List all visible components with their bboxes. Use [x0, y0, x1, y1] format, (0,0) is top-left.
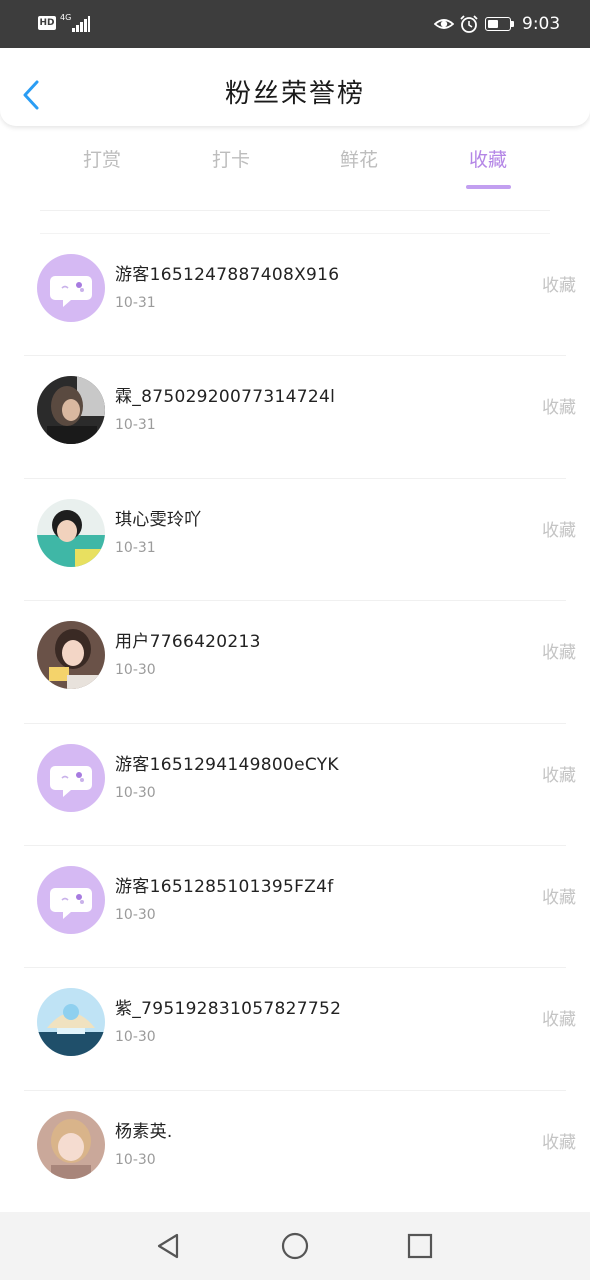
- list-item[interactable]: 杨素英. 10-30 收藏: [24, 1091, 576, 1214]
- user-photo-avatar: [37, 988, 105, 1057]
- divider: [40, 210, 550, 211]
- user-name: 紫_7951928310578277​52: [115, 999, 342, 1020]
- list-item[interactable]: 游客1651285101395FZ4f 10-30 收藏: [24, 846, 576, 969]
- user-photo-avatar: [37, 498, 105, 567]
- user-name: 霖_87502920077314724l: [115, 387, 336, 408]
- action-label: 收藏: [542, 520, 576, 541]
- action-label: 收藏: [542, 398, 576, 419]
- action-label: 收藏: [542, 887, 576, 908]
- alarm-icon: [460, 15, 478, 33]
- date: 10-31: [115, 295, 156, 311]
- date: 10-30: [115, 1029, 156, 1046]
- date: 10-30: [115, 906, 156, 923]
- user-name: 用户7766420213: [115, 632, 261, 653]
- list-item[interactable]: 霖_87502920077314724l 10-31 收藏: [24, 356, 576, 479]
- signal-icon: [70, 16, 90, 32]
- tab-favorites[interactable]: 收藏: [438, 146, 538, 174]
- fan-list: 游客1651247887408X916 10-31 收藏 霖_875029200…: [0, 234, 590, 1214]
- action-label: 收藏: [542, 1132, 576, 1153]
- date: 10-30: [115, 662, 156, 679]
- list-item[interactable]: 游客1651294149800eCYK 10-30 收藏: [24, 724, 576, 846]
- user-photo-avatar: [37, 376, 105, 445]
- triangle-back-icon[interactable]: [153, 1231, 183, 1261]
- user-name: 杨素英.: [115, 1121, 173, 1142]
- list-item[interactable]: 游客1651247887408X916 10-31 收藏: [24, 234, 576, 357]
- page-title: 粉丝荣誉榜: [224, 79, 365, 109]
- circle-home-icon[interactable]: [280, 1231, 310, 1261]
- chat-placeholder-avatar: [37, 254, 105, 322]
- date: 10-30: [115, 784, 156, 801]
- action-label: 收藏: [542, 765, 576, 786]
- clock: 9:03: [522, 14, 561, 34]
- user-name: 琪心雯玲吖: [115, 509, 202, 530]
- user-name: 游客1651294149800eCYK: [115, 754, 339, 775]
- user-photo-avatar: [37, 621, 105, 690]
- action-label: 收藏: [542, 1010, 576, 1031]
- top-app-bar: 粉丝荣誉榜: [0, 48, 590, 126]
- tab-flowers[interactable]: 鲜花: [309, 146, 409, 174]
- hd-badge: HD: [38, 16, 56, 30]
- tab-bar: 打赏 打卡 鲜花 收藏: [0, 126, 590, 196]
- date: 10-31: [115, 417, 156, 434]
- date: 10-30: [115, 1151, 156, 1168]
- action-label: 收藏: [542, 276, 576, 296]
- tab-tip[interactable]: 打赏: [52, 146, 152, 174]
- status-bar: HD 4G 9:03: [0, 0, 590, 48]
- date: 10-31: [115, 539, 156, 556]
- tab-checkin[interactable]: 打卡: [181, 146, 281, 174]
- square-recents-icon[interactable]: [405, 1231, 435, 1261]
- chat-placeholder-avatar: [37, 865, 105, 934]
- chat-placeholder-avatar: [37, 743, 105, 812]
- action-label: 收藏: [542, 643, 576, 664]
- list-item[interactable]: 紫_7951928310578277​52 10-30 收藏: [24, 968, 576, 1091]
- user-photo-avatar: [37, 1110, 105, 1179]
- user-name: 游客1651285101395FZ4f: [115, 876, 334, 897]
- user-name: 游客1651247887408X916: [115, 265, 340, 285]
- eye-comfort-icon: [434, 19, 454, 29]
- list-item[interactable]: 用户7766420213 10-30 收藏: [24, 601, 576, 724]
- list-item[interactable]: 琪心雯玲吖 10-31 收藏: [24, 479, 576, 602]
- system-nav-bar: [0, 1212, 590, 1280]
- battery-icon: [485, 17, 511, 31]
- active-tab-indicator: [466, 185, 511, 189]
- battery-tip: [511, 21, 514, 27]
